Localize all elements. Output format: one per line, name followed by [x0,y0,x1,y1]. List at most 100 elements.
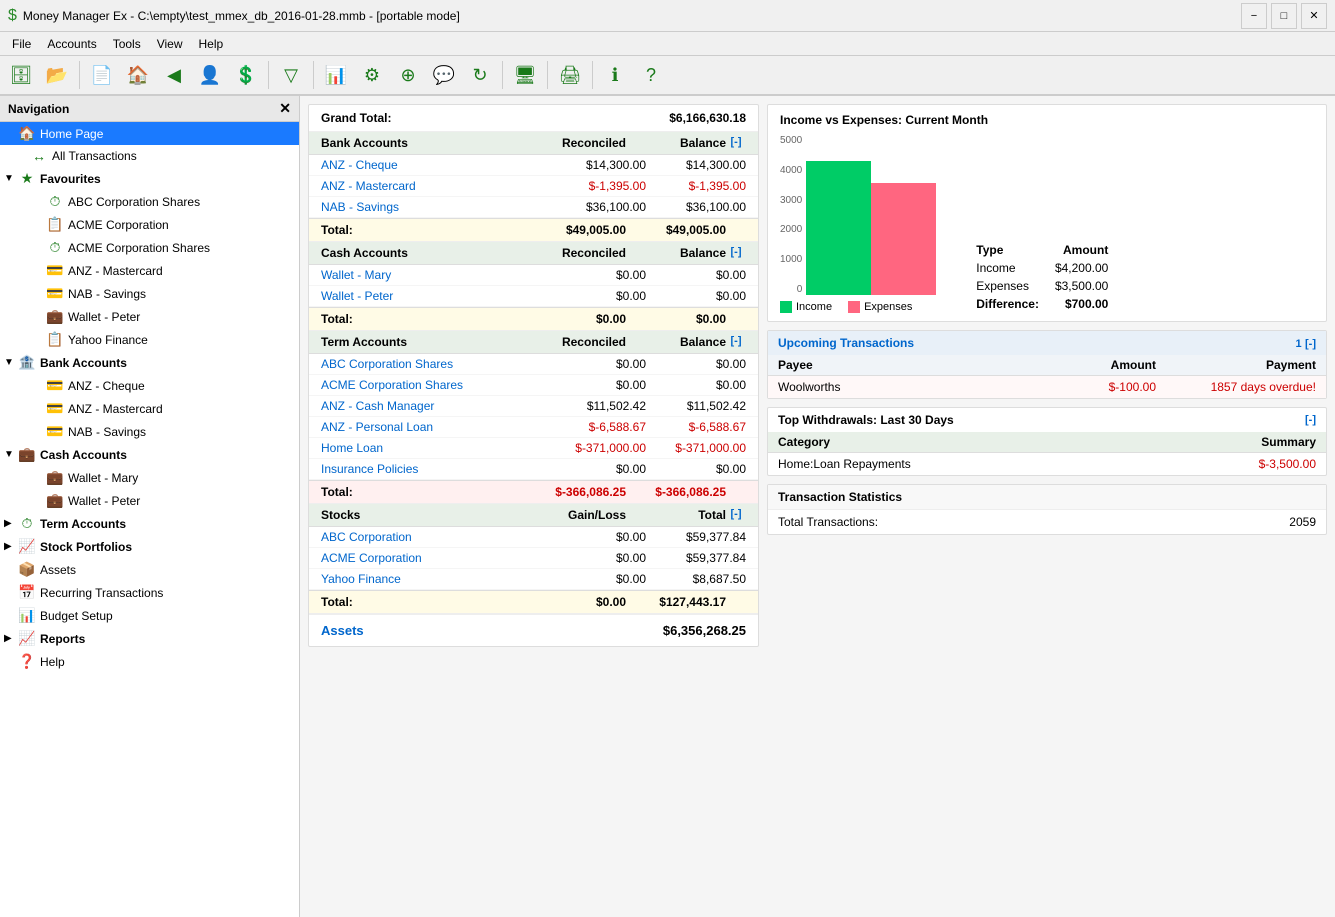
term-accounts-toggle[interactable]: [-] [726,335,746,349]
refresh-button[interactable]: ↻ [463,58,497,92]
term-total-balance: $-366,086.25 [626,485,726,499]
upcoming-payment-header: Payment [1156,358,1316,372]
sidebar-item-term-accounts-label: Term Accounts [40,517,126,531]
back-button[interactable]: ◀ [157,58,191,92]
sidebar-item-anz-mc2[interactable]: 💳 ANZ - Mastercard [0,397,299,420]
nav-close-button[interactable]: ✕ [279,100,291,117]
stock-abc-corp-link[interactable]: ABC Corporation [321,530,546,544]
settings-button[interactable]: ⚙ [355,58,389,92]
minimize-button[interactable]: − [1241,3,1267,29]
menu-file[interactable]: File [4,35,39,53]
stock-yahoo-finance-link[interactable]: Yahoo Finance [321,572,546,586]
sidebar-item-favourites[interactable]: ▼ ★ Favourites [0,167,299,190]
withdrawals-toggle[interactable]: [-] [1305,414,1316,426]
sidebar-item-help[interactable]: ❓ Help [0,650,299,673]
stocks-total-gainloss: $0.00 [526,595,626,609]
sidebar-item-acme-corp[interactable]: 📋 ACME Corporation [0,213,299,236]
menu-tools[interactable]: Tools [105,35,149,53]
sidebar-item-acme-corp-shares[interactable]: ⏱ ACME Corporation Shares [0,236,299,259]
print-button[interactable]: 🖨 [553,58,587,92]
cash-accounts-toggle[interactable]: [-] [726,246,746,260]
withdrawals-title: Top Withdrawals: Last 30 Days [778,413,954,427]
sidebar-item-nab-savings[interactable]: 💳 NAB - Savings [0,282,299,305]
user-button[interactable]: 👤 [193,58,227,92]
term-home-loan-reconciled: $-371,000.00 [546,441,646,455]
main-container: Navigation ✕ 🏠 Home Page ↔ All Transacti… [0,96,1335,917]
term-anz-cash-mgr-link[interactable]: ANZ - Cash Manager [321,399,546,413]
wallet-peter-link[interactable]: Wallet - Peter [321,289,546,303]
sidebar-item-stock-portfolios[interactable]: ▶ 📈 Stock Portfolios [0,535,299,558]
term-insurance-link[interactable]: Insurance Policies [321,462,546,476]
stock-acme-corp-gainloss: $0.00 [546,551,646,565]
sidebar-item-all-transactions[interactable]: ↔ All Transactions [0,145,299,167]
sidebar-item-term-accounts[interactable]: ▶ ⏱ Term Accounts [0,512,299,535]
stocks-toggle[interactable]: [-] [726,508,746,522]
sidebar-item-recurring[interactable]: 📅 Recurring Transactions [0,581,299,604]
menu-view[interactable]: View [149,35,191,53]
sidebar-item-acme-corp-shares-label: ACME Corporation Shares [68,241,210,255]
bank-anz-cheque-link[interactable]: ANZ - Cheque [321,158,546,172]
sidebar-item-nab-savings-label: NAB - Savings [68,287,146,301]
sidebar-item-nab-savings2[interactable]: 💳 NAB - Savings [0,420,299,443]
filter-button[interactable]: ▽ [274,58,308,92]
sidebar-item-assets[interactable]: 📦 Assets [0,558,299,581]
bank-accounts-toggle[interactable]: [-] [726,136,746,150]
stock-acme-corp-link[interactable]: ACME Corporation [321,551,546,565]
sidebar-item-cash-accounts[interactable]: ▼ 💼 Cash Accounts [0,443,299,466]
sidebar-item-assets-label: Assets [40,563,76,577]
anz-mc-icon: 💳 [46,262,64,279]
wallet-mary-link[interactable]: Wallet - Mary [321,268,546,282]
assets-label[interactable]: Assets [321,623,364,638]
stats-total-transactions-label: Total Transactions: [778,515,878,529]
chat-button[interactable]: 💬 [427,58,461,92]
sidebar-item-home[interactable]: 🏠 Home Page [0,122,299,145]
upcoming-header: Upcoming Transactions 1 [-] [768,331,1326,355]
cash-accounts-icon: 💼 [18,446,36,463]
open-button[interactable]: 📂 [40,58,74,92]
sidebar-item-yahoo-finance[interactable]: 📋 Yahoo Finance [0,328,299,351]
stocks-gainloss-header: Gain/Loss [526,508,626,522]
sidebar-item-wallet-peter[interactable]: 💼 Wallet - Peter [0,305,299,328]
new-doc-button[interactable]: 📄 [85,58,119,92]
app-icon: $ [8,7,17,25]
sidebar-item-yahoo-finance-label: Yahoo Finance [68,333,148,347]
bank-anz-mc-balance: $-1,395.00 [646,179,746,193]
sidebar-item-wallet-peter2[interactable]: 💼 Wallet - Peter [0,489,299,512]
all-transactions-icon: ↔ [30,148,48,164]
sidebar-item-bank-accounts[interactable]: ▼ 🏦 Bank Accounts [0,351,299,374]
assets-row: Assets $6,356,268.25 [309,614,758,646]
db-button[interactable]: 🗄 [4,58,38,92]
report-button[interactable]: 📊 [319,58,353,92]
monitor-button[interactable]: 🖥 [508,58,542,92]
menu-accounts[interactable]: Accounts [39,35,104,53]
bank-nab-savings-link[interactable]: NAB - Savings [321,200,546,214]
sidebar-item-wallet-mary[interactable]: 💼 Wallet - Mary [0,466,299,489]
expenses-bar [871,183,936,295]
term-home-loan-link[interactable]: Home Loan [321,441,546,455]
sidebar-item-reports[interactable]: ▶ 📈 Reports [0,627,299,650]
upcoming-toggle[interactable]: [-] [1305,338,1316,350]
maximize-button[interactable]: □ [1271,3,1297,29]
title-bar-controls[interactable]: − □ ✕ [1241,3,1327,29]
menu-help[interactable]: Help [191,35,232,53]
dollar-button[interactable]: 💲 [229,58,263,92]
term-acme-corp-shares-link[interactable]: ACME Corporation Shares [321,378,546,392]
add-button[interactable]: ⊕ [391,58,425,92]
help-toolbar-button[interactable]: ? [634,58,668,92]
abc-corp-shares-icon: ⏱ [46,193,64,210]
info-button[interactable]: ℹ [598,58,632,92]
term-abc-corp-shares-link[interactable]: ABC Corporation Shares [321,357,546,371]
bank-anz-mc-link[interactable]: ANZ - Mastercard [321,179,546,193]
stats-card: Transaction Statistics Total Transaction… [767,484,1327,535]
wallet-mary-icon: 💼 [46,469,64,486]
sidebar-item-budget[interactable]: 📊 Budget Setup [0,604,299,627]
sidebar-item-anz-cheque[interactable]: 💳 ANZ - Cheque [0,374,299,397]
sidebar-item-abc-corp-shares[interactable]: ⏱ ABC Corporation Shares [0,190,299,213]
withdrawals-card: Top Withdrawals: Last 30 Days [-] Catego… [767,407,1327,476]
close-button[interactable]: ✕ [1301,3,1327,29]
bank-anz-cheque-balance: $14,300.00 [646,158,746,172]
term-anz-personal-loan-link[interactable]: ANZ - Personal Loan [321,420,546,434]
sidebar-item-anz-mastercard[interactable]: 💳 ANZ - Mastercard [0,259,299,282]
sidebar-item-wallet-peter2-label: Wallet - Peter [68,494,140,508]
home-button[interactable]: 🏠 [121,58,155,92]
